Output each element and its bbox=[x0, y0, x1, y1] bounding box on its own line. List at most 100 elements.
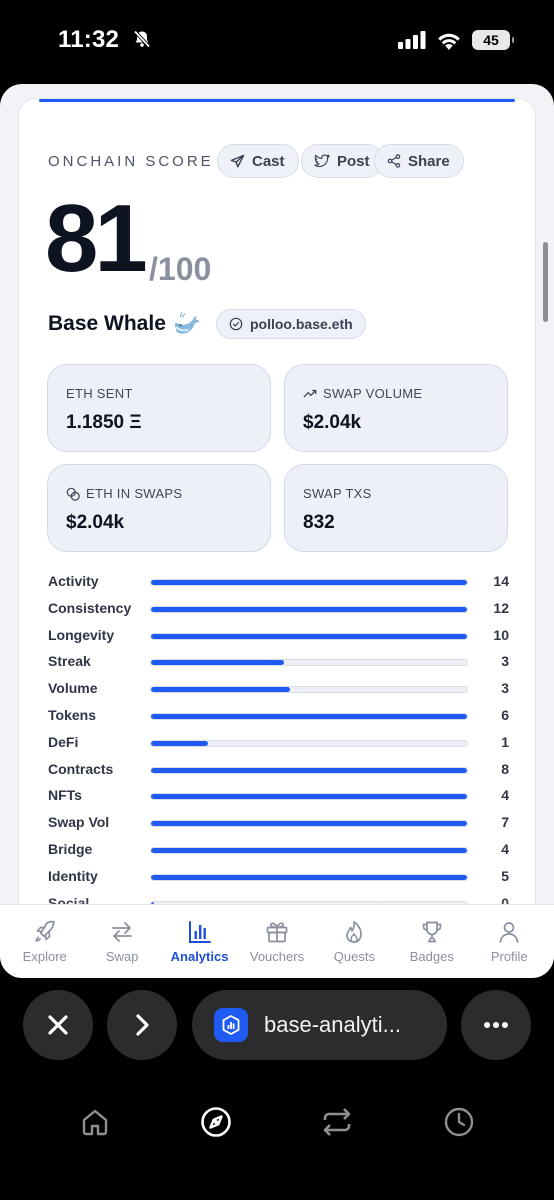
tab-label: Vouchers bbox=[249, 949, 305, 964]
bird-icon bbox=[314, 154, 330, 168]
tab-label: Profile bbox=[490, 949, 528, 964]
bottom-tab-bar: Explore Swap Analytics Vouchers Quests Badges… bbox=[0, 904, 554, 978]
metric-name: Contracts bbox=[48, 760, 114, 777]
metric-progress-track bbox=[150, 766, 468, 774]
metric-name: DeFi bbox=[48, 733, 79, 750]
repeat-arrows-icon bbox=[323, 1108, 351, 1136]
metric-value: 3 bbox=[501, 653, 509, 670]
page-scrollbar[interactable] bbox=[543, 242, 548, 322]
metric-progress-track bbox=[150, 820, 468, 828]
status-bar: 11:32 45 bbox=[0, 0, 554, 82]
score-breakdown-list: Activity 14 Consistency 12 Longevity 10 Streak… bbox=[48, 571, 509, 919]
metric-name: Consistency bbox=[48, 599, 132, 616]
battery-indicator: 45 bbox=[472, 30, 514, 50]
metric-progress-track bbox=[150, 579, 468, 586]
tab-analytics[interactable]: Analytics bbox=[161, 905, 238, 978]
tab-swap[interactable]: Swap bbox=[83, 905, 160, 978]
browser-nav-row bbox=[0, 1102, 554, 1142]
tab-explore[interactable]: Explore bbox=[6, 905, 83, 978]
address-bar[interactable]: base-analyti... bbox=[192, 990, 447, 1060]
ens-name-pill[interactable]: polloo.base.eth bbox=[216, 309, 366, 339]
discover-button[interactable] bbox=[196, 1102, 236, 1142]
coins-icon bbox=[66, 487, 80, 501]
metric-row: Tokens 6 bbox=[48, 705, 509, 732]
metric-name: Bridge bbox=[48, 840, 93, 857]
share-button[interactable]: Share bbox=[374, 144, 464, 178]
metric-progress-track bbox=[150, 659, 468, 667]
browser-controls: base-analyti... bbox=[0, 978, 554, 1200]
user-icon bbox=[496, 919, 522, 945]
metric-progress-fill bbox=[151, 847, 467, 853]
metric-value: 3 bbox=[501, 680, 509, 697]
analytics-favicon-icon bbox=[222, 1014, 240, 1036]
metric-value: 8 bbox=[501, 760, 509, 777]
cast-label: Cast bbox=[252, 152, 285, 170]
webpage-viewport[interactable]: ONCHAIN SCORE Cast Post Share 81 /100 Ba… bbox=[0, 84, 554, 978]
chevron-right-icon bbox=[136, 1014, 149, 1036]
close-tab-button[interactable] bbox=[23, 990, 93, 1060]
metric-name: Identity bbox=[48, 867, 98, 884]
metric-progress-track bbox=[150, 873, 468, 881]
metric-row: Swap Vol 7 bbox=[48, 812, 509, 839]
status-time: 11:32 bbox=[58, 26, 152, 56]
metric-progress-track bbox=[150, 632, 468, 640]
tab-profile[interactable]: Profile bbox=[471, 905, 548, 978]
metric-progress-fill bbox=[151, 687, 291, 693]
bar-chart-icon bbox=[187, 919, 213, 945]
stat-label-text: ETH IN SWAPS bbox=[86, 486, 183, 501]
history-button[interactable] bbox=[439, 1102, 479, 1142]
metric-progress-fill bbox=[151, 580, 467, 585]
stat-label: SWAP TXS bbox=[303, 486, 372, 501]
switch-button[interactable] bbox=[317, 1102, 357, 1142]
verified-check-icon bbox=[229, 317, 243, 331]
metric-row: NFTs 4 bbox=[48, 785, 509, 812]
forward-button[interactable] bbox=[107, 990, 177, 1060]
tab-label: Quests bbox=[333, 949, 375, 964]
metric-name: Longevity bbox=[48, 626, 115, 643]
stat-value: 1.1850 Ξ bbox=[66, 412, 142, 433]
metric-row: Volume 3 bbox=[48, 678, 509, 705]
metric-progress-track bbox=[150, 712, 468, 720]
onchain-score-card: ONCHAIN SCORE Cast Post Share 81 /100 Ba… bbox=[18, 98, 536, 958]
cast-button[interactable]: Cast bbox=[217, 144, 299, 178]
metric-progress-fill bbox=[151, 740, 208, 746]
clock-text: 11:32 bbox=[58, 26, 120, 53]
stat-eth-in-swaps: ETH IN SWAPS $2.04k bbox=[47, 464, 271, 552]
metric-progress-fill bbox=[151, 660, 284, 666]
metric-progress-track bbox=[150, 739, 468, 747]
post-button[interactable]: Post bbox=[301, 144, 384, 178]
metric-row: Identity 5 bbox=[48, 866, 509, 893]
metric-row: Contracts 8 bbox=[48, 759, 509, 786]
score-value: 81 bbox=[45, 185, 148, 292]
metric-row: DeFi 1 bbox=[48, 732, 509, 759]
metric-name: Swap Vol bbox=[48, 814, 110, 831]
metric-row: Activity 14 bbox=[48, 571, 509, 598]
more-options-button[interactable] bbox=[461, 990, 531, 1060]
stat-value: $2.04k bbox=[303, 412, 362, 433]
metric-progress-track bbox=[150, 846, 468, 854]
persona-title: Base Whale bbox=[48, 311, 202, 337]
metric-value: 1 bbox=[501, 733, 509, 750]
bell-muted-icon bbox=[132, 28, 152, 56]
post-label: Post bbox=[337, 152, 370, 170]
close-icon bbox=[48, 1015, 68, 1035]
stat-label: ETH IN SWAPS bbox=[66, 486, 182, 501]
home-icon bbox=[82, 1109, 108, 1136]
tab-vouchers[interactable]: Vouchers bbox=[238, 905, 315, 978]
stat-label-text: ETH SENT bbox=[66, 386, 133, 401]
metric-row: Longevity 10 bbox=[48, 625, 509, 652]
metric-progress-fill bbox=[151, 874, 467, 880]
tab-quests[interactable]: Quests bbox=[316, 905, 393, 978]
score-label: ONCHAIN SCORE bbox=[48, 153, 214, 170]
metric-progress-fill bbox=[151, 633, 467, 639]
metric-value: 12 bbox=[493, 599, 509, 616]
tab-label: Analytics bbox=[170, 949, 229, 964]
compass-icon bbox=[201, 1107, 231, 1137]
page-title: base-analyti... bbox=[264, 1012, 401, 1037]
metric-progress-fill bbox=[151, 821, 467, 827]
stat-label-text: SWAP TXS bbox=[303, 486, 372, 501]
tab-badges[interactable]: Badges bbox=[393, 905, 470, 978]
rocket-icon bbox=[32, 919, 58, 945]
home-button[interactable] bbox=[75, 1102, 115, 1142]
metric-progress-track bbox=[150, 605, 468, 613]
